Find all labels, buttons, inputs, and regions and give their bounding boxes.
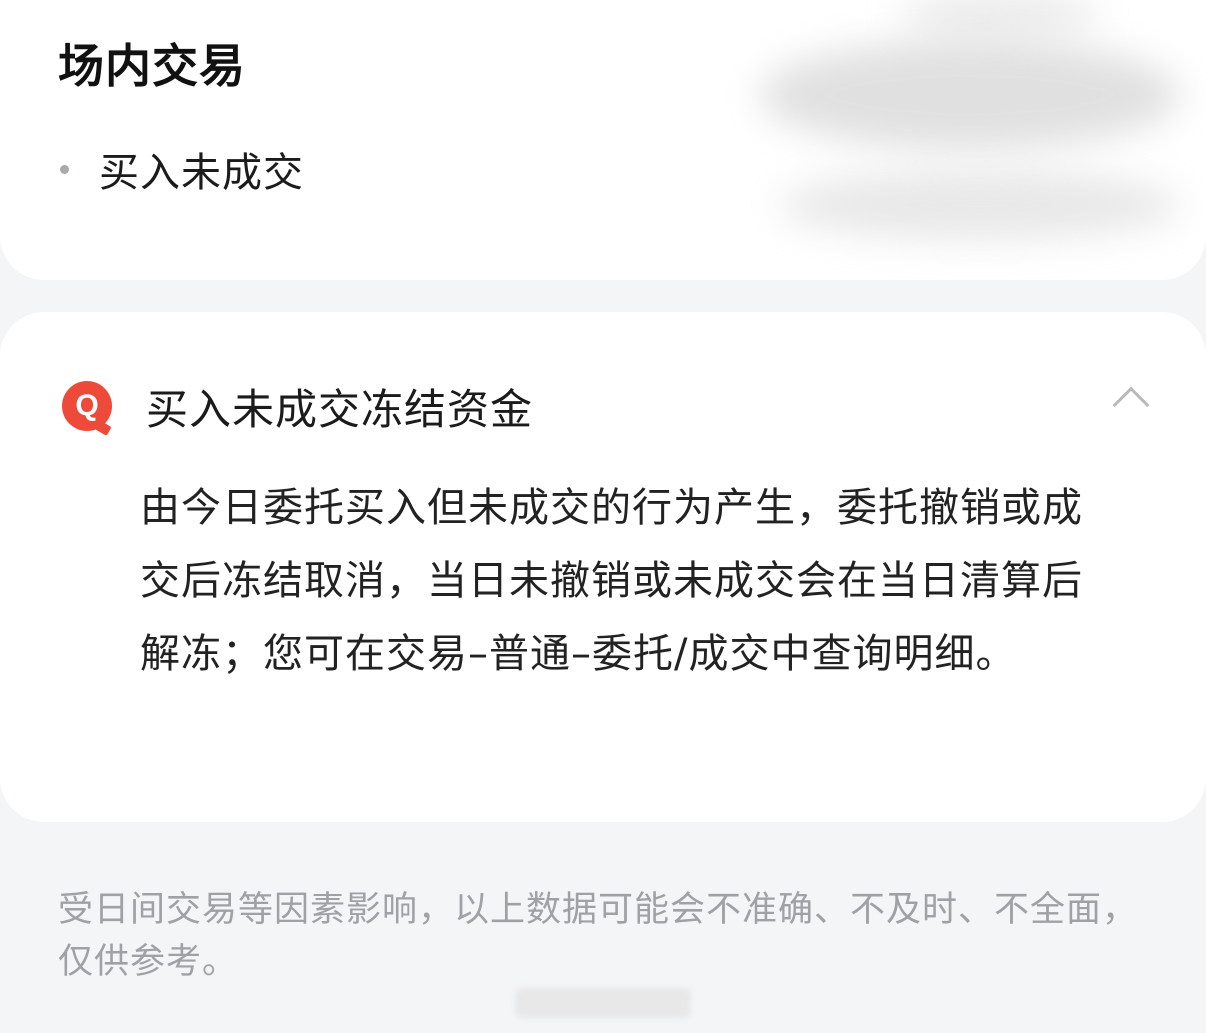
faq-card: Q 买入未成交冻结资金 由今日委托买入但未成交的行为产生，委托撤销或成交后冻结取… bbox=[0, 312, 1206, 822]
question-icon: Q bbox=[62, 381, 112, 431]
page: 场内交易 买入未成交 Q 买入未成交冻结资金 由今日委托买入但未成交的行为产生，… bbox=[0, 0, 1206, 1033]
disclaimer-text: 受日间交易等因素影响，以上数据可能会不准确、不及时、不全面，仅供参考。 bbox=[58, 890, 1139, 982]
list-item: 买入未成交 bbox=[60, 140, 304, 198]
trading-summary-card: 场内交易 买入未成交 bbox=[0, 0, 1206, 280]
section-title: 场内交易 bbox=[58, 39, 246, 93]
faq-question: 买入未成交冻结资金 bbox=[146, 384, 534, 434]
bullet-icon bbox=[60, 164, 69, 174]
blurred-region bbox=[760, 40, 1180, 150]
chevron-up-icon[interactable] bbox=[1112, 386, 1150, 424]
home-indicator bbox=[515, 988, 691, 1018]
list-item-label: 买入未成交 bbox=[99, 150, 304, 196]
question-icon-letter: Q bbox=[75, 389, 99, 422]
blurred-region bbox=[900, 0, 1100, 40]
faq-answer: 由今日委托买入但未成交的行为产生，委托撤销或成交后冻结取消，当日未撤销或未成交会… bbox=[140, 485, 1083, 677]
faq-header[interactable]: Q 买入未成交冻结资金 bbox=[62, 376, 1152, 436]
blurred-region bbox=[780, 170, 1180, 240]
